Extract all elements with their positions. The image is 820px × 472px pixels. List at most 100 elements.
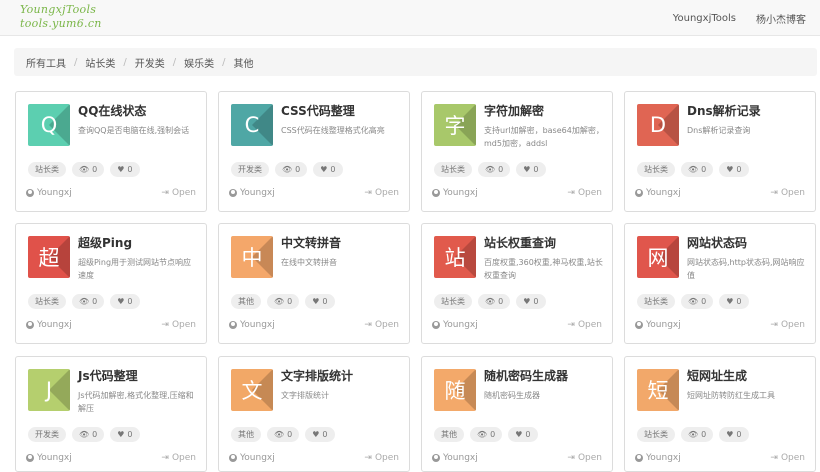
- tool-title[interactable]: 中文转拼音: [281, 234, 341, 251]
- eye-icon: 👁: [79, 430, 90, 439]
- open-link[interactable]: ⇥ Open: [364, 320, 399, 330]
- crumb-other[interactable]: 其他: [234, 55, 254, 70]
- tool-card[interactable]: 中中文转拼音 在线中文转拼音 其他 👁 0 ♥ 0 Youngxj ⇥ Open: [218, 223, 410, 344]
- tool-thumbnail[interactable]: J: [28, 369, 70, 411]
- tool-title[interactable]: 文字排版统计: [281, 367, 353, 384]
- open-link[interactable]: ⇥ Open: [567, 188, 602, 198]
- open-link[interactable]: ⇥ Open: [161, 453, 196, 463]
- views-badge: 👁 0: [478, 162, 511, 177]
- tool-thumbnail[interactable]: C: [231, 104, 273, 146]
- tool-card[interactable]: 网网站状态码 网站状态码,http状态码,网站响应值 站长类 👁 0 ♥ 0 Youngxj ⇥…: [624, 223, 816, 344]
- open-link[interactable]: ⇥ Open: [770, 188, 805, 198]
- tool-card[interactable]: 文文字排版统计 文字排版统计 其他 👁 0 ♥ 0 Youngxj ⇥ Open: [218, 356, 410, 472]
- views-badge: 👁 0: [681, 162, 714, 177]
- category-tag[interactable]: 站长类: [434, 294, 472, 309]
- tool-thumbnail[interactable]: 超: [28, 236, 70, 278]
- user-icon: [229, 454, 237, 462]
- tool-title[interactable]: 超级Ping: [78, 234, 132, 251]
- category-tag[interactable]: 站长类: [637, 294, 675, 309]
- card-footer: Youngxj ⇥ Open: [229, 453, 399, 463]
- likes-count: 0: [127, 430, 133, 439]
- tool-card[interactable]: Q QQ在线状态 查询QQ是否电脑在线,强制会话 站长类 👁 0 ♥ 0 Youngxj ⇥ Ope…: [15, 91, 207, 212]
- tool-thumbnail[interactable]: 字: [434, 104, 476, 146]
- tool-title[interactable]: 网站状态码: [687, 234, 747, 251]
- likes-badge[interactable]: ♥ 0: [110, 294, 140, 309]
- tool-thumbnail[interactable]: 站: [434, 236, 476, 278]
- tool-description: 网站状态码,http状态码,网站响应值: [687, 258, 805, 280]
- category-tag[interactable]: 开发类: [231, 162, 269, 177]
- likes-badge[interactable]: ♥ 0: [305, 294, 335, 309]
- author: Youngxj: [26, 320, 72, 330]
- tool-title[interactable]: 短网址生成: [687, 367, 747, 384]
- likes-badge[interactable]: ♥ 0: [508, 427, 538, 442]
- tool-thumbnail[interactable]: 短: [637, 369, 679, 411]
- tool-card[interactable]: 短短网址生成 短网址防转防红生成工具 站长类 👁 0 ♥ 0 Youngxj ⇥ Open: [624, 356, 816, 472]
- open-link[interactable]: ⇥ Open: [364, 453, 399, 463]
- tool-title[interactable]: 字符加解密: [484, 102, 544, 119]
- open-link[interactable]: ⇥ Open: [567, 320, 602, 330]
- tool-card[interactable]: 随随机密码生成器 随机密码生成器 其他 👁 0 ♥ 0 Youngxj ⇥ Open: [421, 356, 613, 472]
- crumb-webmaster[interactable]: 站长类: [85, 55, 115, 70]
- open-link[interactable]: ⇥ Open: [770, 453, 805, 463]
- tool-title[interactable]: CSS代码整理: [281, 102, 355, 119]
- tool-title[interactable]: Dns解析记录: [687, 102, 761, 119]
- tool-card[interactable]: J Js代码整理 Js代码加解密,格式化整理,压缩和解压 开发类 👁 0 ♥ 0 Youngxj…: [15, 356, 207, 472]
- tool-thumbnail[interactable]: 随: [434, 369, 476, 411]
- tool-thumbnail[interactable]: 中: [231, 236, 273, 278]
- open-link[interactable]: ⇥ Open: [567, 453, 602, 463]
- tool-thumbnail[interactable]: Q: [28, 104, 70, 146]
- likes-badge[interactable]: ♥ 0: [719, 294, 749, 309]
- tool-thumbnail[interactable]: 网: [637, 236, 679, 278]
- likes-badge[interactable]: ♥ 0: [719, 162, 749, 177]
- crumb-entertainment[interactable]: 娱乐类: [184, 55, 214, 70]
- tool-description: 超级Ping用于测试网站节点响应速度: [78, 258, 192, 280]
- category-tag[interactable]: 站长类: [637, 162, 675, 177]
- category-tag[interactable]: 站长类: [28, 162, 66, 177]
- tool-card[interactable]: 站站长权重查询 百度权重,360权重,神马权重,站长权重查询 站长类 👁 0 ♥ 0 Youn…: [421, 223, 613, 344]
- tool-card[interactable]: D Dns解析记录 Dns解析记录查询 站长类 👁 0 ♥ 0 Youngxj ⇥ Open: [624, 91, 816, 212]
- tool-title[interactable]: 站长权重查询: [484, 234, 556, 251]
- tool-thumbnail[interactable]: 文: [231, 369, 273, 411]
- likes-badge[interactable]: ♥ 0: [110, 427, 140, 442]
- tool-card[interactable]: 字 字符加解密 支持url加解密，base64加解密，md5加密，addsl 站长类 👁…: [421, 91, 613, 212]
- tool-description: 百度权重,360权重,神马权重,站长权重查询: [484, 258, 603, 280]
- category-tag[interactable]: 其他: [231, 294, 261, 309]
- tool-title[interactable]: QQ在线状态: [78, 102, 146, 119]
- user-icon: [26, 454, 34, 462]
- likes-count: 0: [330, 165, 336, 174]
- category-tag[interactable]: 站长类: [28, 294, 66, 309]
- open-label: Open: [171, 188, 196, 198]
- nav-link-youngxjtools[interactable]: YoungxjTools: [673, 13, 736, 24]
- views-badge: 👁 0: [478, 294, 511, 309]
- likes-badge[interactable]: ♥ 0: [305, 427, 335, 442]
- open-link[interactable]: ⇥ Open: [161, 188, 196, 198]
- crumb-dev[interactable]: 开发类: [135, 55, 165, 70]
- tool-title[interactable]: 随机密码生成器: [484, 367, 568, 384]
- eye-icon: 👁: [688, 430, 699, 439]
- likes-badge[interactable]: ♥ 0: [516, 294, 546, 309]
- category-tag[interactable]: 其他: [434, 427, 464, 442]
- tool-card[interactable]: 超超级Ping 超级Ping用于测试网站节点响应速度 站长类 👁 0 ♥ 0 Youngxj ⇥…: [15, 223, 207, 344]
- tool-card[interactable]: C CSS代码整理 CSS代码在线整理格式化高亮 开发类 👁 0 ♥ 0 Youngxj ⇥ Ope…: [218, 91, 410, 212]
- open-link[interactable]: ⇥ Open: [364, 188, 399, 198]
- category-tag[interactable]: 站长类: [637, 427, 675, 442]
- category-tag[interactable]: 站长类: [434, 162, 472, 177]
- tool-title[interactable]: Js代码整理: [78, 367, 138, 384]
- likes-badge[interactable]: ♥ 0: [719, 427, 749, 442]
- tool-thumbnail[interactable]: D: [637, 104, 679, 146]
- likes-badge[interactable]: ♥ 0: [110, 162, 140, 177]
- likes-badge[interactable]: ♥ 0: [516, 162, 546, 177]
- nav-link-blog[interactable]: 杨小杰博客: [756, 11, 806, 26]
- views-badge: 👁 0: [72, 162, 105, 177]
- crumb-all-tools[interactable]: 所有工具: [26, 55, 66, 70]
- open-link[interactable]: ⇥ Open: [770, 320, 805, 330]
- open-label: Open: [780, 188, 805, 198]
- open-link[interactable]: ⇥ Open: [161, 320, 196, 330]
- author-name: Youngxj: [443, 453, 478, 463]
- category-tag[interactable]: 其他: [231, 427, 261, 442]
- views-count: 0: [498, 297, 504, 306]
- card-footer: Youngxj ⇥ Open: [26, 453, 196, 463]
- category-tag[interactable]: 开发类: [28, 427, 66, 442]
- site-logo[interactable]: YoungxjTools tools.yum6.cn: [20, 3, 102, 31]
- likes-badge[interactable]: ♥ 0: [313, 162, 343, 177]
